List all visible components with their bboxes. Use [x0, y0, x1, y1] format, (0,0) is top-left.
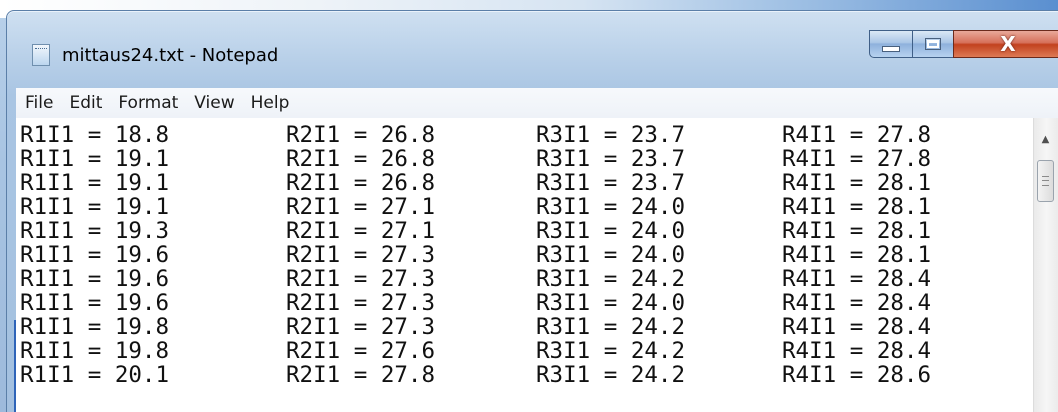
- text-cell: R1I1 = 19.6: [20, 290, 170, 316]
- text-cell: R4I1 = 28.4: [782, 338, 932, 364]
- scroll-thumb[interactable]: [1037, 160, 1054, 202]
- text-cell: R2I1 = 27.6: [286, 338, 436, 364]
- menu-edit[interactable]: Edit: [62, 93, 109, 113]
- text-cell: R3I1 = 24.2: [536, 362, 686, 388]
- text-cell: R3I1 = 24.0: [536, 218, 686, 244]
- text-cell: R1I1 = 20.1: [20, 362, 170, 388]
- text-cell: R2I1 = 27.1: [286, 194, 436, 220]
- text-cell: R4I1 = 28.4: [782, 266, 932, 292]
- close-button[interactable]: X: [953, 30, 1058, 58]
- minimize-icon: [882, 46, 900, 52]
- text-cell: R1I1 = 19.6: [20, 242, 170, 268]
- text-cell: R3I1 = 24.2: [536, 266, 686, 292]
- text-cell: R2I1 = 26.8: [286, 146, 436, 172]
- menu-bar: File Edit Format View Help: [16, 88, 1058, 119]
- scroll-thumb-grip-icon: [1042, 176, 1049, 186]
- text-cell: R4I1 = 28.1: [782, 242, 932, 268]
- menu-format[interactable]: Format: [111, 93, 185, 113]
- text-cell: R1I1 = 19.1: [20, 146, 170, 172]
- text-cell: R3I1 = 24.2: [536, 314, 686, 340]
- menu-help[interactable]: Help: [244, 93, 297, 113]
- text-cell: R2I1 = 27.3: [286, 242, 436, 268]
- text-cell: R1I1 = 19.6: [20, 266, 170, 292]
- text-cell: R1I1 = 19.1: [20, 170, 170, 196]
- text-cell: R3I1 = 24.2: [536, 338, 686, 364]
- text-cell: R1I1 = 18.8: [20, 122, 170, 148]
- text-cell: R1I1 = 19.8: [20, 314, 170, 340]
- text-cell: R2I1 = 26.8: [286, 170, 436, 196]
- text-cell: R3I1 = 24.0: [536, 194, 686, 220]
- close-icon: X: [1000, 32, 1016, 56]
- text-cell: R4I1 = 28.4: [782, 314, 932, 340]
- notepad-app-icon[interactable]: [32, 44, 50, 66]
- scroll-up-arrow-icon[interactable]: ▲: [1033, 128, 1058, 150]
- text-cell: R3I1 = 23.7: [536, 122, 686, 148]
- window-title: mittaus24.txt - Notepad: [62, 45, 279, 66]
- notepad-window: mittaus24.txt - Notepad X File Edit Form…: [0, 0, 1058, 412]
- text-cell: R4I1 = 28.1: [782, 194, 932, 220]
- text-cell: R4I1 = 27.8: [782, 122, 932, 148]
- menu-view[interactable]: View: [187, 93, 241, 113]
- text-editor-area[interactable]: R1I1 = 18.8 R2I1 = 26.8 R3I1 = 23.7 R4I1 = …: [16, 118, 1038, 412]
- text-cell: R4I1 = 28.4: [782, 290, 932, 316]
- text-cell: R4I1 = 27.8: [782, 146, 932, 172]
- text-cell: R2I1 = 26.8: [286, 122, 436, 148]
- text-cell: R3I1 = 24.0: [536, 290, 686, 316]
- minimize-button[interactable]: [869, 30, 913, 58]
- text-cell: R1I1 = 19.3: [20, 218, 170, 244]
- text-cell: R4I1 = 28.6: [782, 362, 932, 388]
- text-cell: R3I1 = 23.7: [536, 146, 686, 172]
- text-cell: R1I1 = 19.8: [20, 338, 170, 364]
- maximize-icon: [925, 38, 941, 50]
- text-cell: R4I1 = 28.1: [782, 218, 932, 244]
- text-cell: R4I1 = 28.1: [782, 170, 932, 196]
- text-cell: R2I1 = 27.3: [286, 314, 436, 340]
- text-cell: R3I1 = 24.0: [536, 242, 686, 268]
- text-cell: R2I1 = 27.1: [286, 218, 436, 244]
- text-cell: R2I1 = 27.8: [286, 362, 436, 388]
- text-cell: R3I1 = 23.7: [536, 170, 686, 196]
- maximize-button[interactable]: [912, 30, 954, 58]
- text-cell: R2I1 = 27.3: [286, 290, 436, 316]
- menu-file[interactable]: File: [18, 93, 60, 113]
- text-cell: R1I1 = 19.1: [20, 194, 170, 220]
- text-cell: R2I1 = 27.3: [286, 266, 436, 292]
